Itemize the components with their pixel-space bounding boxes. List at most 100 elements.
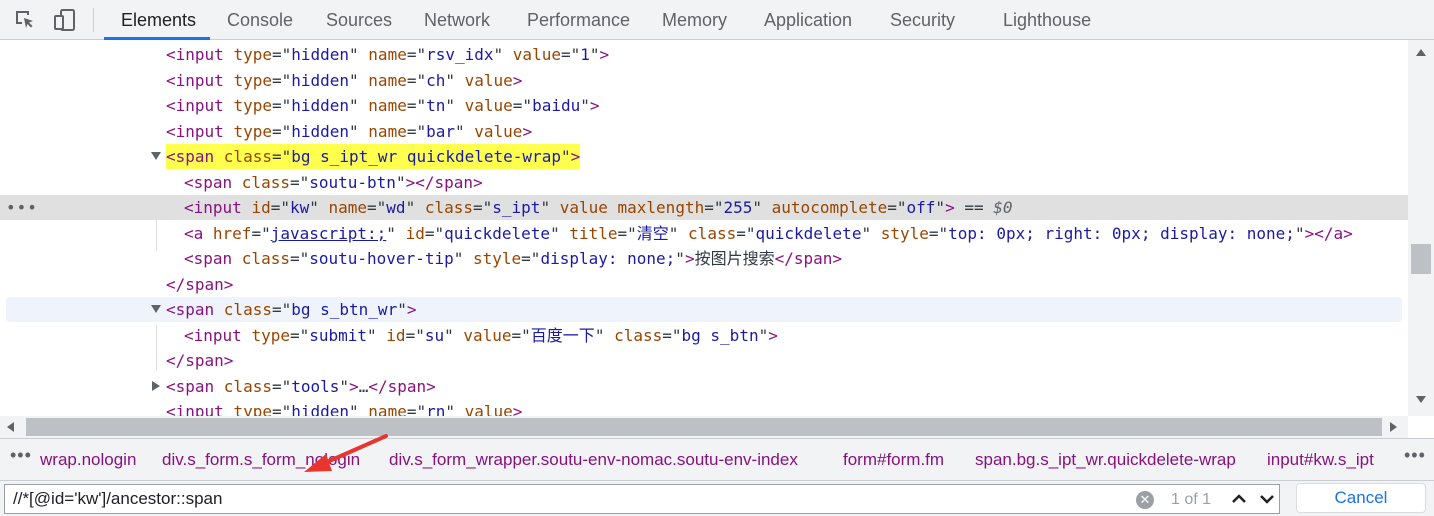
breadcrumb-item-current[interactable]: input#kw.s_ipt [1267,450,1374,470]
punctuation: =" [511,326,531,345]
scroll-right-arrow-icon[interactable] [1390,422,1397,432]
punctuation: =" [405,326,425,345]
breadcrumb-item[interactable]: div.s_form.s_form_nologin [162,450,360,470]
tag-token: <span [166,377,224,396]
devtools-toolbar: Elements Console Sources Network Perform… [0,0,1434,40]
tag-token: <span [166,300,224,319]
expand-triangle-icon[interactable] [151,305,161,313]
node-markup: <input type="hidden" name="tn" value="ba… [166,93,600,118]
breadcrumb-item[interactable]: form#form.fm [843,450,944,470]
node-markup: <input type="hidden" name="ch" value> [166,68,522,93]
attribute-value: submit [309,326,368,345]
scrollbar-thumb[interactable] [1411,244,1431,274]
tab-elements[interactable]: Elements [121,0,196,40]
tag-token: > [768,326,778,345]
dom-node[interactable]: <input type="hidden" name="rn" value> [0,399,1408,416]
node-markup: <span class="bg s_ipt_wr quickdelete-wra… [166,144,581,169]
breadcrumb-overflow-icon[interactable]: ••• [1404,445,1426,466]
dom-node[interactable]: <input type="submit" id="su" value="百度一下… [0,323,1408,348]
more-options-icon[interactable]: ••• [6,195,38,220]
link-token[interactable]: javascript:; [271,224,387,243]
punctuation: " [445,402,465,416]
collapse-triangle-icon[interactable] [152,381,160,391]
attribute-name: id [405,224,425,243]
punctuation: " [675,249,685,268]
attribute-value: hidden [291,402,350,416]
dom-node-highlighted[interactable]: <span class="bg s_ipt_wr quickdelete-wra… [0,144,1408,169]
scrollbar-thumb[interactable] [26,418,1382,436]
dom-node[interactable]: <input type="hidden" name="ch" value> [0,68,1408,93]
scroll-left-arrow-icon[interactable] [7,422,14,432]
punctuation: " [339,377,350,396]
dom-node[interactable]: <input type="hidden" name="tn" value="ba… [0,93,1408,118]
tag-token: <input [166,71,234,90]
horizontal-scrollbar[interactable] [0,416,1408,438]
dom-node[interactable]: <a href="javascript:;" id="quickdelete" … [0,221,1408,246]
tab-security[interactable]: Security [890,0,955,40]
attribute-value: bar [426,122,455,141]
tab-sources[interactable]: Sources [326,0,392,40]
scroll-up-arrow-icon[interactable] [1416,49,1426,56]
tab-console[interactable]: Console [227,0,293,40]
tag-token: <span [184,173,242,192]
attribute-value: bg s_ipt_wr quickdelete-wrap [291,147,561,166]
punctuation: =" [271,402,292,416]
cancel-button[interactable]: Cancel [1296,483,1426,513]
dom-node[interactable]: <span class="soutu-hover-tip" style="dis… [0,246,1408,271]
vertical-scrollbar[interactable] [1408,40,1434,416]
node-markup: <span class="tools">…</span> [166,374,436,399]
clear-icon[interactable]: ✕ [1136,491,1154,509]
dom-node[interactable]: <input type="hidden" name="bar" value> [0,119,1408,144]
previous-match-button[interactable] [1227,488,1251,510]
tag-token: <input [166,402,234,416]
attribute-name: value [464,96,513,115]
device-toolbar-icon[interactable] [53,8,77,32]
punctuation: " [550,224,570,243]
attribute-name: title [569,224,618,243]
search-input[interactable] [13,488,1113,510]
toolbar-divider [93,8,94,32]
breadcrumb-item[interactable]: span.bg.s_ipt_wr.quickdelete-wrap [975,450,1236,470]
punctuation: " [367,326,387,345]
tab-performance[interactable]: Performance [527,0,630,40]
tab-application[interactable]: Application [764,0,852,40]
punctuation: =" [289,326,310,345]
node-markup: </span> [166,272,233,297]
attribute-value: soutu-btn [309,173,396,192]
attribute-value: tools [291,377,340,396]
dom-node[interactable]: <span class="tools">…</span> [0,374,1408,399]
tab-network[interactable]: Network [424,0,490,40]
dom-node[interactable]: <input type="hidden" name="rsv_idx" valu… [0,42,1408,67]
dom-node[interactable]: </span> [0,272,1408,297]
punctuation: =" [560,45,581,64]
inspect-element-icon[interactable] [13,8,37,32]
expand-triangle-icon[interactable] [151,152,161,160]
tag-token: <input [166,122,234,141]
breadcrumb-overflow-icon[interactable]: ••• [10,445,32,466]
attribute-name: name [368,96,407,115]
dom-node-hovered[interactable]: <span class="bg s_btn_wr"> [6,297,1402,322]
next-match-button[interactable] [1255,488,1279,510]
dom-node-selected[interactable]: ••• <input id="kw" name="wd" class="s_ip… [0,195,1408,220]
tag-token: > [512,71,523,90]
punctuation: " [349,71,369,90]
dom-node[interactable]: <span class="soutu-btn"></span> [0,170,1408,195]
tab-lighthouse[interactable]: Lighthouse [1003,0,1091,40]
punctuation: " [405,198,425,217]
attribute-name: value [474,122,523,141]
punctuation: =" [289,173,310,192]
attribute-value: bg s_btn_wr [291,300,398,319]
scroll-down-arrow-icon[interactable] [1416,396,1426,403]
attribute-name: name [368,71,407,90]
dom-node[interactable]: </span> [0,348,1408,373]
punctuation: =" [512,96,533,115]
punctuation: " [594,326,615,345]
punctuation: =" [406,122,427,141]
attribute-name: class [241,249,290,268]
breadcrumb-item[interactable]: wrap.nologin [40,450,136,470]
breadcrumb-item[interactable]: div.s_form_wrapper.soutu-env-nomac.soutu… [389,450,798,470]
attribute-value: off [906,198,936,217]
tag-token: ></span> [405,173,483,192]
tab-memory[interactable]: Memory [662,0,727,40]
punctuation: =" [271,377,292,396]
